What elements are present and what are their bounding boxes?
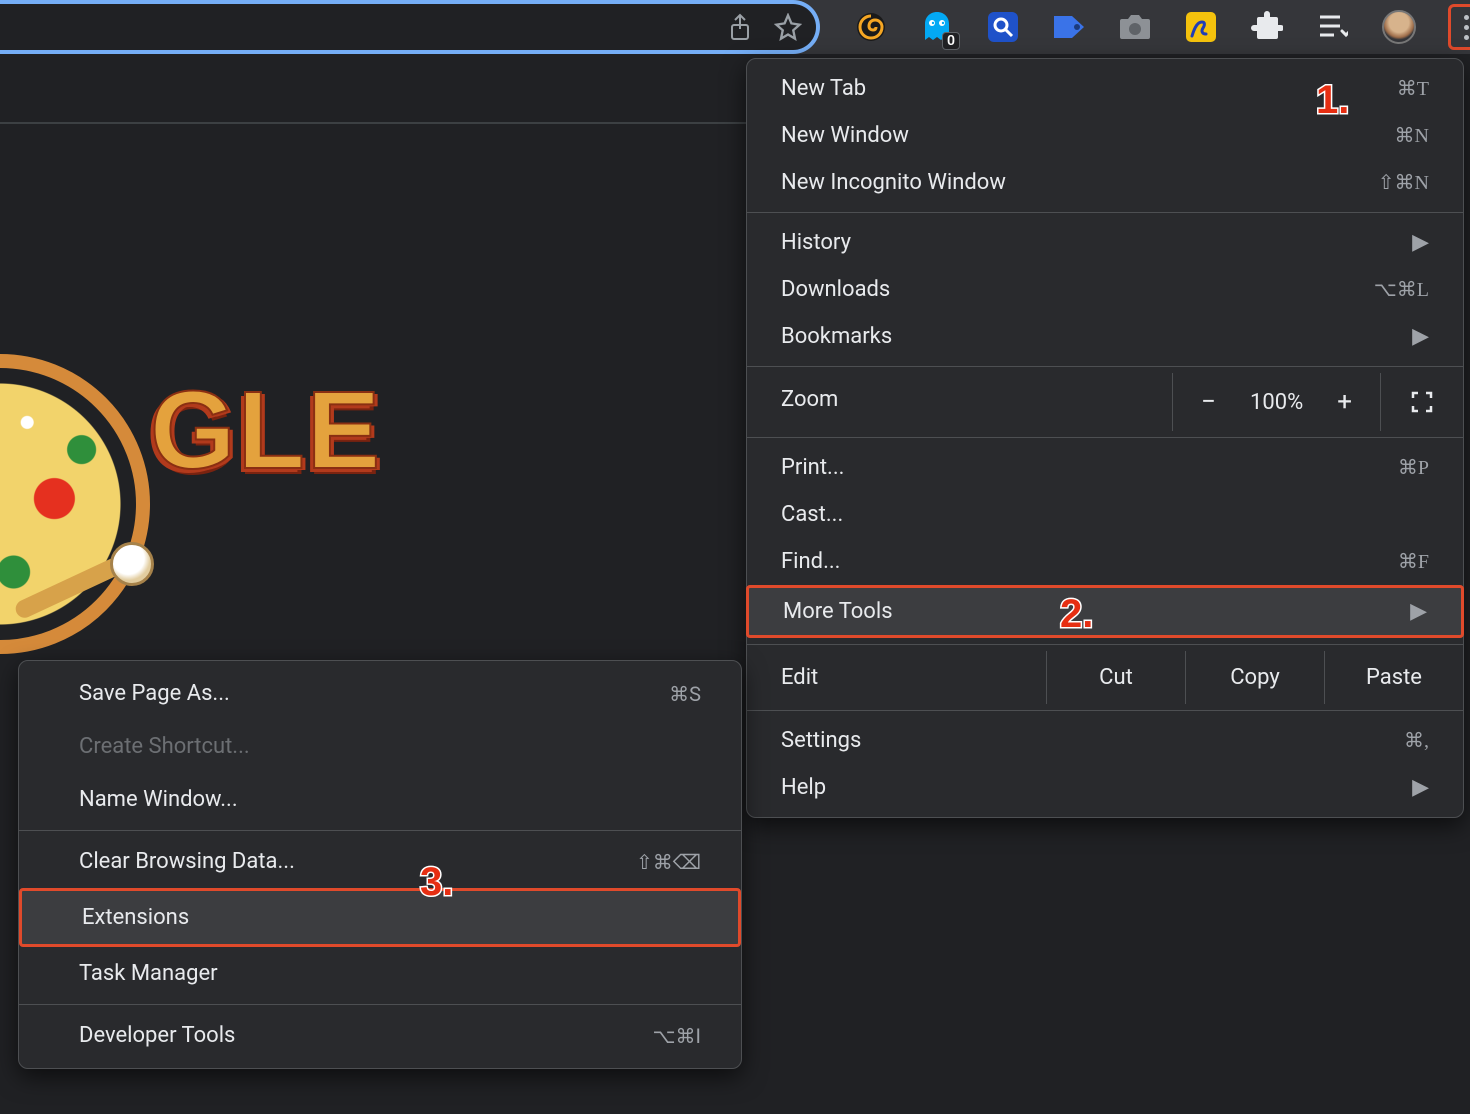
menu-edit-label: Edit [747,651,1047,704]
menu-label: Save Page As... [79,681,230,706]
menu-bookmarks[interactable]: Bookmarks ▶ [747,313,1463,360]
menu-shortcut: ⌥⌘I [653,1024,702,1048]
menu-shortcut: ⌥⌘L [1374,277,1429,302]
doodle-letters: GLE [150,376,378,486]
fullscreen-button[interactable] [1381,373,1463,431]
swirl-ext-icon[interactable] [854,10,888,44]
menu-print[interactable]: Print... ⌘P [747,444,1463,491]
omnibox[interactable] [0,0,820,54]
profile-avatar[interactable] [1382,10,1416,44]
submenu-task-manager[interactable]: Task Manager [19,947,741,1000]
ghost-ext-icon[interactable]: 0 [920,10,954,44]
menu-settings[interactable]: Settings ⌘, [747,717,1463,764]
menu-find[interactable]: Find... ⌘F [747,538,1463,585]
star-icon[interactable] [774,13,802,41]
submenu-save-page[interactable]: Save Page As... ⌘S [19,667,741,720]
menu-label: Downloads [781,277,890,302]
menu-new-window[interactable]: New Window ⌘N [747,112,1463,159]
menu-shortcut: ⌘, [1404,728,1429,753]
menu-shortcut: ⌘P [1398,455,1429,480]
menu-edit-cut[interactable]: Cut [1047,651,1186,704]
menu-edit-paste[interactable]: Paste [1325,651,1463,704]
menu-divider [19,830,741,831]
zoom-in-button[interactable]: + [1337,387,1352,417]
menu-label: Extensions [82,905,189,930]
menu-shortcut: ⌘F [1398,549,1429,574]
submenu-developer-tools[interactable]: Developer Tools ⌥⌘I [19,1009,741,1062]
menu-divider [19,1004,741,1005]
menu-shortcut: ⌘N [1395,123,1429,148]
camera-ext-icon[interactable] [1118,10,1152,44]
extensions-strip: 0 [820,4,1470,50]
submenu-name-window[interactable]: Name Window... [19,773,741,826]
menu-label: Print... [781,455,844,480]
share-icon[interactable] [728,13,752,41]
callout-1: 1. [1316,78,1349,123]
puzzle-ext-icon[interactable] [1250,10,1284,44]
menu-help[interactable]: Help ▶ [747,764,1463,811]
callout-2: 2. [1060,592,1093,637]
menu-label: Task Manager [79,961,218,986]
menu-shortcut: ⇧⌘N [1378,170,1429,195]
submenu-arrow-icon: ▶ [1412,324,1429,349]
menu-label: New Tab [781,76,866,101]
zoom-out-button[interactable]: − [1201,387,1216,417]
menu-label: More Tools [783,599,893,624]
garlic-icon [110,542,154,586]
google-doodle[interactable]: GLE [0,324,360,584]
menu-history[interactable]: History ▶ [747,219,1463,266]
menu-label: Find... [781,549,840,574]
menu-shortcut: ⇧⌘⌫ [636,850,701,874]
menu-new-tab[interactable]: New Tab ⌘T [747,65,1463,112]
search-ext-icon[interactable] [986,10,1020,44]
menu-edit-copy[interactable]: Copy [1186,651,1325,704]
menu-incognito[interactable]: New Incognito Window ⇧⌘N [747,159,1463,206]
menu-edit-row: Edit Cut Copy Paste [747,651,1463,704]
menu-label: Developer Tools [79,1023,235,1048]
menu-downloads[interactable]: Downloads ⌥⌘L [747,266,1463,313]
ghost-ext-badge: 0 [942,32,960,50]
menu-shortcut: ⌘S [669,682,701,706]
menu-zoom-row: Zoom − 100% + [747,373,1463,431]
menu-label: Cast... [781,502,843,527]
menu-label: New Window [781,123,909,148]
menu-label: Clear Browsing Data... [79,849,295,874]
callout-3: 3. [420,860,453,905]
submenu-arrow-icon: ▶ [1412,230,1429,255]
menu-label: Help [781,775,826,800]
menu-label: Create Shortcut... [79,734,250,759]
submenu-clear-data[interactable]: Clear Browsing Data... ⇧⌘⌫ [19,835,741,888]
notes-ext-icon[interactable] [1184,10,1218,44]
menu-label: Bookmarks [781,324,892,349]
zoom-value: 100% [1250,390,1303,415]
menu-zoom-label: Zoom [747,373,1173,431]
more-tools-submenu: Save Page As... ⌘S Create Shortcut... Na… [18,660,742,1069]
kebab-icon [1464,15,1469,40]
browser-toolbar: 0 [0,0,1470,54]
menu-label: Name Window... [79,787,238,812]
tag-ext-icon[interactable] [1052,10,1086,44]
menu-more-tools[interactable]: More Tools ▶ [746,585,1464,638]
menu-cast[interactable]: Cast... [747,491,1463,538]
submenu-create-shortcut: Create Shortcut... [19,720,741,773]
chrome-menu-button[interactable] [1448,4,1470,50]
reading-list-icon[interactable] [1316,10,1350,44]
content-divider [0,122,746,124]
menu-shortcut: ⌘T [1397,76,1429,101]
submenu-arrow-icon: ▶ [1412,775,1429,800]
submenu-arrow-icon: ▶ [1410,599,1427,624]
menu-label: History [781,230,851,255]
chrome-menu: New Tab ⌘T New Window ⌘N New Incognito W… [746,58,1464,818]
menu-label: New Incognito Window [781,170,1006,195]
menu-label: Settings [781,728,861,753]
submenu-extensions[interactable]: Extensions [19,888,741,947]
